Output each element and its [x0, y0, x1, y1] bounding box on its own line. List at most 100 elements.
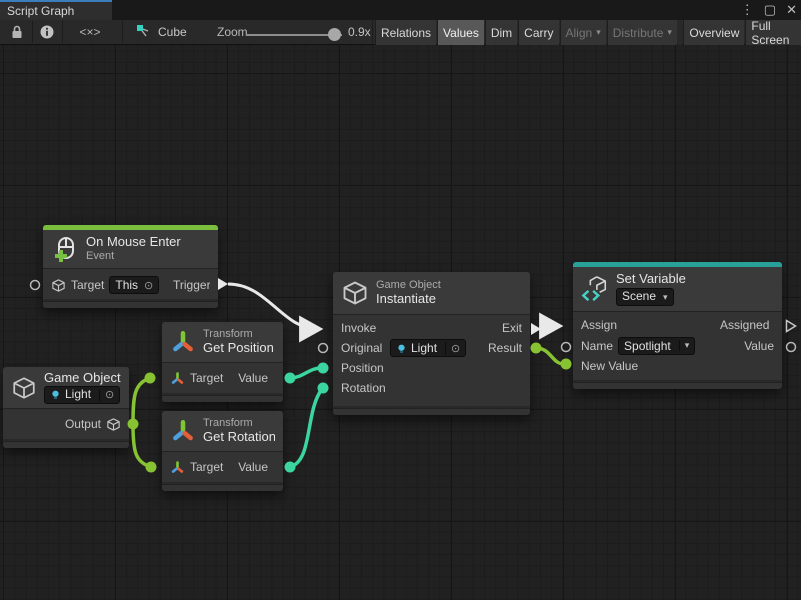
object-picker-icon[interactable]: ⊙	[445, 342, 460, 355]
wire-rotation-value[interactable]	[290, 389, 322, 467]
distribute-button[interactable]: Distribute ▾	[607, 20, 677, 45]
transform-icon	[170, 418, 196, 444]
port-row-output: Output	[3, 412, 129, 436]
port-row-target: Target Value	[162, 455, 283, 479]
port-trigger-out[interactable]	[218, 278, 228, 290]
cube-icon	[106, 417, 121, 432]
relations-button[interactable]: Relations	[375, 20, 436, 45]
wire-position-value[interactable]	[290, 368, 321, 378]
menu-icon[interactable]: ⋮	[741, 2, 754, 18]
invoke-label: Invoke	[341, 321, 381, 335]
port-instantiate-rotation[interactable]	[318, 383, 329, 394]
target-label: Target	[190, 460, 223, 474]
port-row-target: Target Value	[162, 366, 283, 390]
port-instantiate-position[interactable]	[318, 363, 329, 374]
values-button[interactable]: Values	[437, 20, 484, 45]
port-row-original: Original Light ⊙ Result	[333, 338, 530, 358]
node-title: Set Variable	[616, 272, 686, 287]
zoom-slider-handle[interactable]	[328, 28, 341, 41]
node-on-mouse-enter[interactable]: On Mouse Enter Event Target This ⊙	[43, 225, 218, 308]
node-instantiate[interactable]: Game Object Instantiate Invoke Exit Orig…	[333, 272, 530, 415]
node-footer	[162, 395, 283, 402]
object-picker-icon[interactable]: ⊙	[142, 279, 153, 292]
chevron-down-icon: ▾	[679, 340, 690, 351]
value-label: Value	[238, 460, 268, 474]
port-game-object-output[interactable]	[128, 419, 139, 430]
close-icon[interactable]: ✕	[786, 2, 797, 18]
node-game-object[interactable]: Game Object Light ⊙ Output	[3, 367, 129, 448]
maximize-icon[interactable]: ▢	[764, 2, 776, 18]
output-label: Output	[65, 417, 101, 431]
toolbar-separator	[62, 21, 63, 43]
port-set-variable-new-value[interactable]	[561, 359, 572, 370]
zoom-value: 0.9x	[348, 25, 371, 39]
result-label: Result	[488, 341, 522, 355]
name-label: Name	[581, 339, 613, 353]
port-row-new-value: New Value	[573, 356, 782, 376]
transform-icon	[170, 329, 196, 355]
node-subtitle: Event	[86, 250, 181, 263]
node-title: On Mouse Enter	[86, 235, 181, 250]
object-picker-icon[interactable]: ⊙	[99, 389, 114, 402]
chevron-down-icon: ▾	[660, 292, 668, 302]
port-row-name: Name Spotlight ▾ Value	[573, 335, 782, 356]
graph-context[interactable]: Cube	[136, 22, 187, 42]
graph-context-label: Cube	[158, 25, 187, 39]
toolbar-separator	[122, 21, 123, 43]
node-get-rotation[interactable]: Transform Get Rotation Target Value	[162, 411, 283, 491]
variable-scope-dropdown[interactable]: Scene ▾	[616, 288, 674, 306]
cube-icon	[341, 279, 369, 307]
target-label: Target	[71, 278, 104, 292]
tab-title: Script Graph	[7, 4, 74, 18]
graph-toolbar: <×> Cube Zoom 0.9x Relations Values Dim …	[0, 20, 801, 45]
edit-script-button[interactable]: <×>	[64, 22, 116, 42]
tab-script-graph[interactable]: Script Graph	[0, 0, 112, 20]
original-object-field[interactable]: Light ⊙	[390, 339, 466, 357]
lock-icon	[9, 24, 25, 40]
port-get-rotation-target[interactable]	[146, 462, 157, 473]
port-get-rotation-value[interactable]	[285, 462, 296, 473]
port-instantiate-original[interactable]	[319, 344, 328, 353]
port-set-variable-name[interactable]	[562, 343, 571, 352]
align-label: Align	[566, 26, 593, 40]
assigned-label: Assigned	[720, 318, 774, 332]
values-label: Values	[443, 26, 479, 40]
distribute-label: Distribute	[613, 26, 664, 40]
carry-button[interactable]: Carry	[518, 20, 558, 45]
new-value-label: New Value	[581, 359, 638, 373]
light-icon	[396, 343, 407, 354]
node-title: Get Rotation	[203, 430, 275, 445]
node-footer	[3, 441, 129, 448]
node-get-position[interactable]: Transform Get Position Target Value	[162, 322, 283, 402]
align-button[interactable]: Align ▾	[560, 20, 606, 45]
graph-canvas[interactable]: On Mouse Enter Event Target This ⊙	[0, 45, 801, 600]
wire-result-to-new-value[interactable]	[536, 348, 564, 364]
node-set-variable[interactable]: Set Variable Scene ▾ Assign Assigned Nam…	[573, 262, 782, 389]
position-label: Position	[341, 361, 387, 375]
port-get-position-value[interactable]	[285, 373, 296, 384]
lock-button[interactable]	[4, 22, 30, 42]
full-screen-button[interactable]: Full Screen	[745, 20, 801, 45]
port-get-position-target[interactable]	[145, 373, 156, 384]
name-value: Spotlight	[624, 339, 671, 353]
game-object-field[interactable]: Light ⊙	[44, 386, 120, 404]
code-icon: <×>	[79, 25, 100, 39]
overview-button[interactable]: Overview	[683, 20, 744, 45]
port-on-mouse-enter-target[interactable]	[31, 281, 40, 290]
variable-name-dropdown[interactable]: Spotlight ▾	[618, 337, 695, 355]
port-set-variable-value-out[interactable]	[787, 343, 796, 352]
wire-exit-to-assign[interactable]	[542, 326, 558, 329]
port-instantiate-result[interactable]	[531, 343, 542, 354]
original-value: Light	[411, 341, 437, 355]
toolbar-gap	[678, 20, 682, 45]
tab-bar: Script Graph ⋮ ▢ ✕	[0, 0, 801, 20]
target-object-field[interactable]: This ⊙	[109, 276, 159, 294]
inspect-button[interactable]	[34, 22, 60, 42]
info-icon	[39, 24, 55, 40]
wire-output-to-targets[interactable]	[133, 378, 151, 467]
port-assigned-out[interactable]	[787, 321, 796, 332]
node-category: Game Object	[376, 279, 441, 292]
dim-button[interactable]: Dim	[485, 20, 517, 45]
port-exit-out[interactable]	[531, 323, 541, 335]
transform-icon	[170, 371, 185, 386]
